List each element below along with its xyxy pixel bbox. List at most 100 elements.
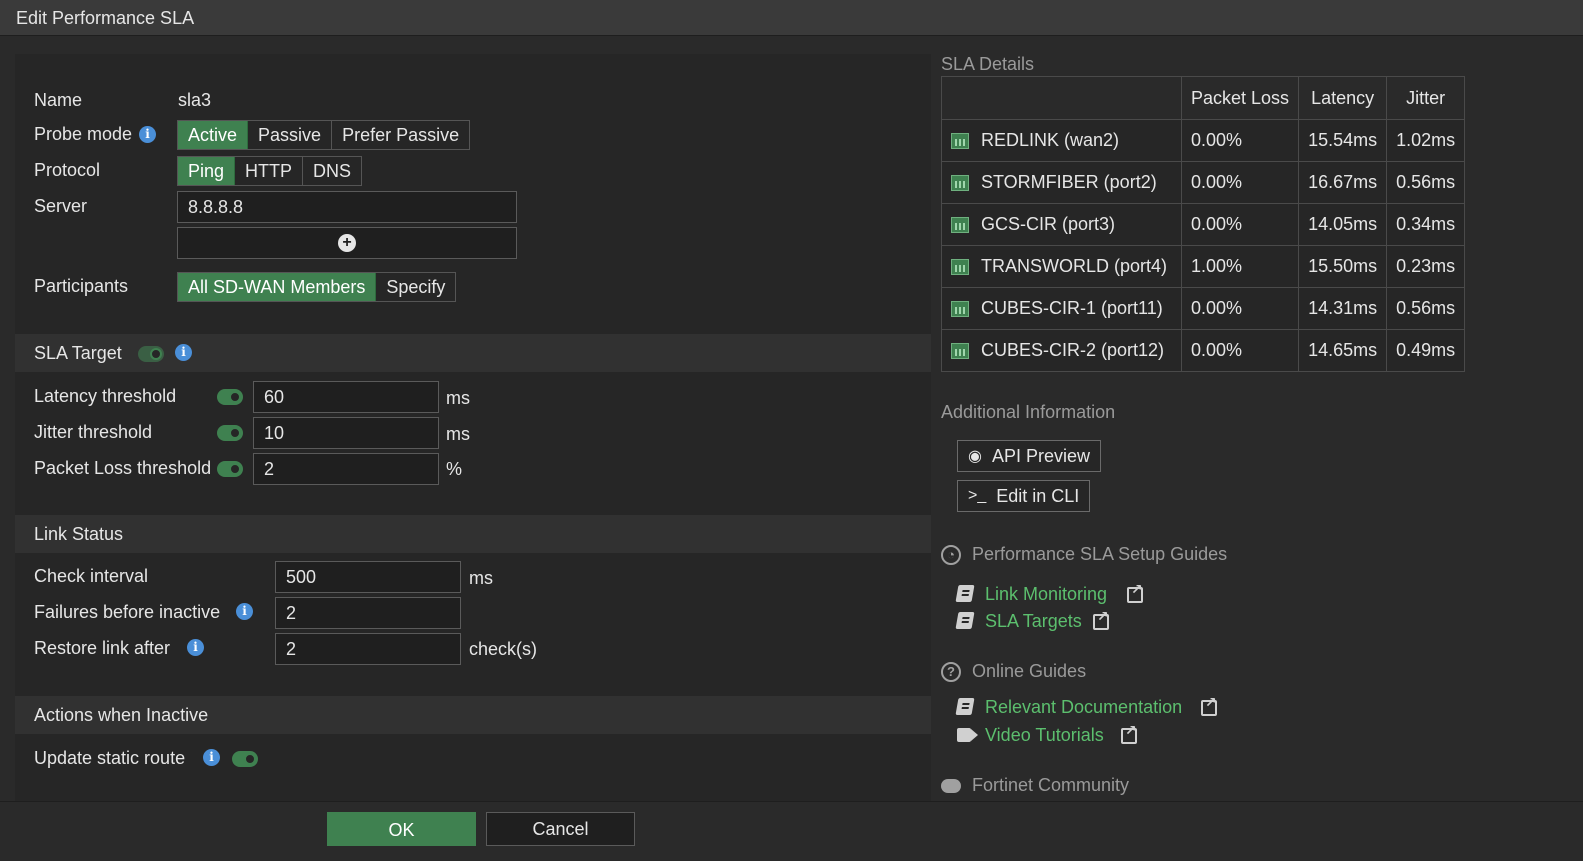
add-server-button[interactable]: + — [177, 227, 517, 259]
packet-loss-cell: 0.00% — [1180, 203, 1300, 246]
latency-threshold-label: Latency threshold — [34, 386, 177, 406]
protocol-ping-option[interactable]: Ping — [178, 157, 236, 185]
sla-details-title: SLA Details — [941, 54, 1035, 74]
failures-info-icon[interactable]: i — [236, 603, 253, 620]
server-input[interactable]: 8.8.8.8 — [177, 191, 517, 223]
book-icon — [955, 698, 975, 715]
packet-loss-cell: 0.00% — [1180, 287, 1300, 330]
update-static-route-toggle[interactable] — [232, 751, 258, 767]
packet-loss-threshold-toggle[interactable] — [217, 461, 243, 477]
edit-in-cli-label: Edit in CLI — [996, 485, 1080, 506]
ok-button[interactable]: OK — [327, 812, 476, 846]
check-interval-input[interactable]: 500 — [275, 561, 461, 593]
interface-chart-icon — [951, 217, 969, 234]
probe-mode-label: Probe mode — [34, 124, 133, 144]
table-row: TRANSWORLD (port4) 1.00% 15.50ms 0.23ms — [941, 245, 1466, 288]
participants-all-option[interactable]: All SD-WAN Members — [178, 273, 377, 301]
palette-icon: ◔ — [941, 545, 961, 565]
packet-loss-threshold-label: Packet Loss threshold — [34, 458, 212, 478]
protocol-dns-option[interactable]: DNS — [303, 157, 362, 185]
jitter-cell: 1.02ms — [1386, 119, 1466, 162]
probe-mode-info-icon[interactable]: i — [139, 126, 156, 143]
latency-cell: 16.67ms — [1298, 161, 1388, 204]
external-link-icon[interactable] — [1121, 722, 1137, 744]
additional-info-title: Additional Information — [941, 402, 1116, 422]
update-static-route-info-icon[interactable]: i — [203, 749, 220, 766]
failures-before-inactive-label: Failures before inactive — [34, 602, 221, 622]
dialog-titlebar: Edit Performance SLA — [0, 0, 1583, 36]
table-row: STORMFIBER (port2) 0.00% 16.67ms 0.56ms — [941, 161, 1466, 204]
jitter-unit: ms — [446, 424, 470, 444]
book-icon — [955, 585, 975, 602]
jitter-cell: 0.56ms — [1386, 287, 1466, 330]
relevant-documentation-link[interactable]: Relevant Documentation — [985, 697, 1182, 718]
api-preview-label: API Preview — [991, 445, 1091, 466]
restore-info-icon[interactable]: i — [187, 639, 204, 656]
terminal-icon: >_ — [968, 487, 987, 504]
latency-cell: 14.65ms — [1298, 329, 1388, 372]
table-row: REDLINK (wan2) 0.00% 15.54ms 1.02ms — [941, 119, 1466, 162]
probe-mode-prefer-passive-option[interactable]: Prefer Passive — [332, 121, 470, 149]
interface-name: STORMFIBER (port2) — [981, 172, 1157, 192]
video-tutorials-link[interactable]: Video Tutorials — [985, 725, 1104, 746]
latency-cell: 14.05ms — [1298, 203, 1388, 246]
jitter-cell: 0.56ms — [1386, 161, 1466, 204]
cancel-button[interactable]: Cancel — [486, 812, 635, 846]
participants-specify-option[interactable]: Specify — [376, 273, 456, 301]
link-monitoring-link[interactable]: Link Monitoring — [985, 584, 1107, 605]
jitter-threshold-input[interactable]: 10 — [253, 417, 439, 449]
probe-mode-passive-option[interactable]: Passive — [248, 121, 333, 149]
link-status-section-header: Link Status — [15, 515, 931, 553]
external-link-icon[interactable] — [1093, 608, 1109, 630]
failures-before-inactive-input[interactable]: 2 — [275, 597, 461, 629]
latency-unit: ms — [446, 388, 470, 408]
latency-threshold-input[interactable]: 60 — [253, 381, 439, 413]
plus-circle-icon: + — [338, 234, 356, 252]
external-link-icon[interactable] — [1127, 581, 1143, 603]
participants-label: Participants — [34, 276, 129, 296]
external-link-icon[interactable] — [1201, 694, 1217, 716]
sla-target-info-icon[interactable]: i — [175, 344, 192, 361]
server-label: Server — [34, 196, 88, 216]
sla-targets-link[interactable]: SLA Targets — [985, 611, 1082, 632]
settings-pane: Name sla3 Probe mode i Active Passive Pr… — [15, 54, 931, 810]
edit-in-cli-button[interactable]: >_ Edit in CLI — [957, 480, 1091, 512]
fortinet-community-title[interactable]: Fortinet Community — [972, 775, 1129, 796]
link-status-title: Link Status — [34, 524, 124, 544]
sla-target-title: SLA Target — [34, 343, 122, 363]
protocol-selector: Ping HTTP DNS — [177, 156, 363, 186]
protocol-http-option[interactable]: HTTP — [235, 157, 304, 185]
participants-selector: All SD-WAN Members Specify — [177, 272, 457, 302]
interface-chart-icon — [951, 343, 969, 360]
packet-loss-threshold-input[interactable]: 2 — [253, 453, 439, 485]
jitter-threshold-toggle[interactable] — [217, 425, 243, 441]
latency-cell: 15.50ms — [1298, 245, 1388, 288]
dialog-title: Edit Performance SLA — [16, 8, 195, 28]
jitter-cell: 0.34ms — [1386, 203, 1466, 246]
interface-chart-icon — [951, 133, 969, 150]
name-value: sla3 — [178, 90, 212, 110]
jitter-threshold-label: Jitter threshold — [34, 422, 153, 442]
interface-chart-icon — [951, 301, 969, 318]
api-preview-button[interactable]: ◉ API Preview — [957, 440, 1102, 472]
interface-name: TRANSWORLD (port4) — [981, 256, 1168, 276]
protocol-label: Protocol — [34, 160, 101, 180]
latency-cell: 14.31ms — [1298, 287, 1388, 330]
table-row: CUBES-CIR-2 (port12) 0.00% 14.65ms 0.49m… — [941, 329, 1466, 372]
interface-chart-icon — [951, 175, 969, 192]
restore-link-after-input[interactable]: 2 — [275, 633, 461, 665]
restore-unit: check(s) — [469, 639, 538, 659]
latency-threshold-toggle[interactable] — [217, 389, 243, 405]
table-header-row: Packet Loss Latency Jitter — [941, 76, 1466, 120]
packet-loss-cell: 0.00% — [1180, 329, 1300, 372]
column-header-interface — [941, 76, 1182, 120]
interface-name: CUBES-CIR-1 (port11) — [981, 298, 1163, 318]
comments-icon — [941, 779, 961, 793]
check-interval-label: Check interval — [34, 566, 149, 586]
jitter-cell: 0.49ms — [1386, 329, 1466, 372]
interface-chart-icon — [951, 259, 969, 276]
interface-name: CUBES-CIR-2 (port12) — [981, 340, 1165, 360]
probe-mode-active-option[interactable]: Active — [178, 121, 249, 149]
sla-target-toggle[interactable] — [138, 346, 164, 362]
interface-name: REDLINK (wan2) — [981, 130, 1120, 150]
